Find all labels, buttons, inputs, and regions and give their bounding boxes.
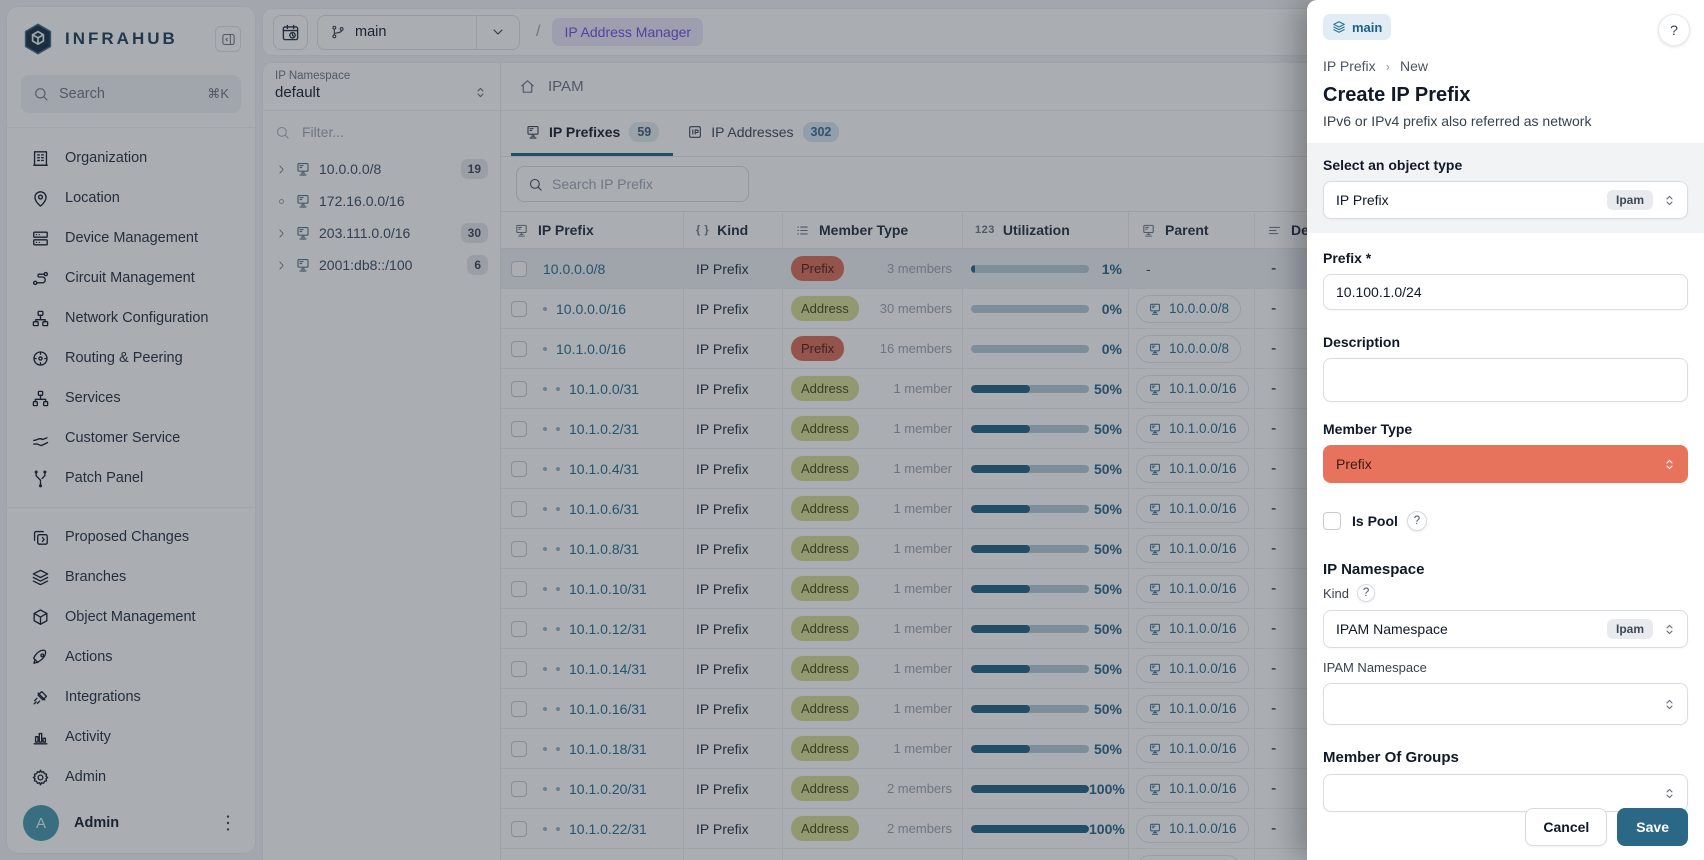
is-pool-checkbox[interactable] <box>1323 512 1341 530</box>
member-type-value: Prefix <box>1336 456 1662 472</box>
chevrons-up-down-icon <box>1662 193 1677 208</box>
object-type-select[interactable]: IP Prefix Ipam <box>1323 181 1688 219</box>
ipam-namespace-select[interactable] <box>1323 683 1688 725</box>
create-ip-prefix-drawer: main ? IP Prefix › New Create IP Prefix IP… <box>1307 0 1704 860</box>
member-type-select[interactable]: Prefix <box>1323 445 1688 483</box>
member-of-groups-select[interactable] <box>1323 774 1688 812</box>
object-type-label: Select an object type <box>1323 157 1688 173</box>
drawer-breadcrumb-item[interactable]: New <box>1400 58 1428 74</box>
object-type-section: Select an object type IP Prefix Ipam <box>1307 143 1704 233</box>
breadcrumb-chevron: › <box>1386 59 1390 74</box>
chevrons-up-down-icon <box>1662 786 1677 801</box>
is-pool-help-icon[interactable]: ? <box>1407 511 1427 531</box>
kind-help-icon[interactable]: ? <box>1357 584 1375 602</box>
ipam-tag: Ipam <box>1607 619 1653 639</box>
ip-namespace-heading: IP Namespace <box>1323 561 1688 578</box>
save-button[interactable]: Save <box>1617 808 1688 846</box>
cancel-button[interactable]: Cancel <box>1525 808 1607 846</box>
drawer-subtitle: IPv6 or IPv4 prefix also referred as net… <box>1307 107 1704 129</box>
kind-value: IPAM Namespace <box>1336 621 1607 637</box>
chevrons-up-down-icon <box>1662 622 1677 637</box>
kind-label: Kind <box>1323 586 1349 601</box>
chevrons-up-down-icon <box>1662 697 1677 712</box>
help-button[interactable]: ? <box>1658 14 1690 46</box>
member-type-field-label: Member Type <box>1323 421 1688 437</box>
drawer-branch-name: main <box>1352 20 1382 35</box>
drawer-breadcrumb-item[interactable]: IP Prefix <box>1323 58 1376 74</box>
drawer-breadcrumb: IP Prefix › New <box>1307 46 1704 74</box>
chevrons-up-down-icon <box>1662 457 1677 472</box>
kind-select[interactable]: IPAM Namespace Ipam <box>1323 610 1688 648</box>
object-type-value: IP Prefix <box>1336 192 1607 208</box>
prefix-field-input[interactable] <box>1323 274 1688 310</box>
layers-icon <box>1332 20 1346 34</box>
ipam-namespace-label: IPAM Namespace <box>1323 660 1688 675</box>
ipam-tag: Ipam <box>1607 190 1653 210</box>
prefix-field-label: Prefix * <box>1323 250 1688 266</box>
is-pool-label: Is Pool <box>1352 513 1398 529</box>
drawer-title: Create IP Prefix <box>1307 74 1704 107</box>
description-field-label: Description <box>1323 334 1688 350</box>
description-field-textarea[interactable] <box>1323 358 1688 402</box>
drawer-branch-badge: main <box>1323 14 1391 40</box>
member-of-groups-heading: Member Of Groups <box>1323 749 1688 766</box>
